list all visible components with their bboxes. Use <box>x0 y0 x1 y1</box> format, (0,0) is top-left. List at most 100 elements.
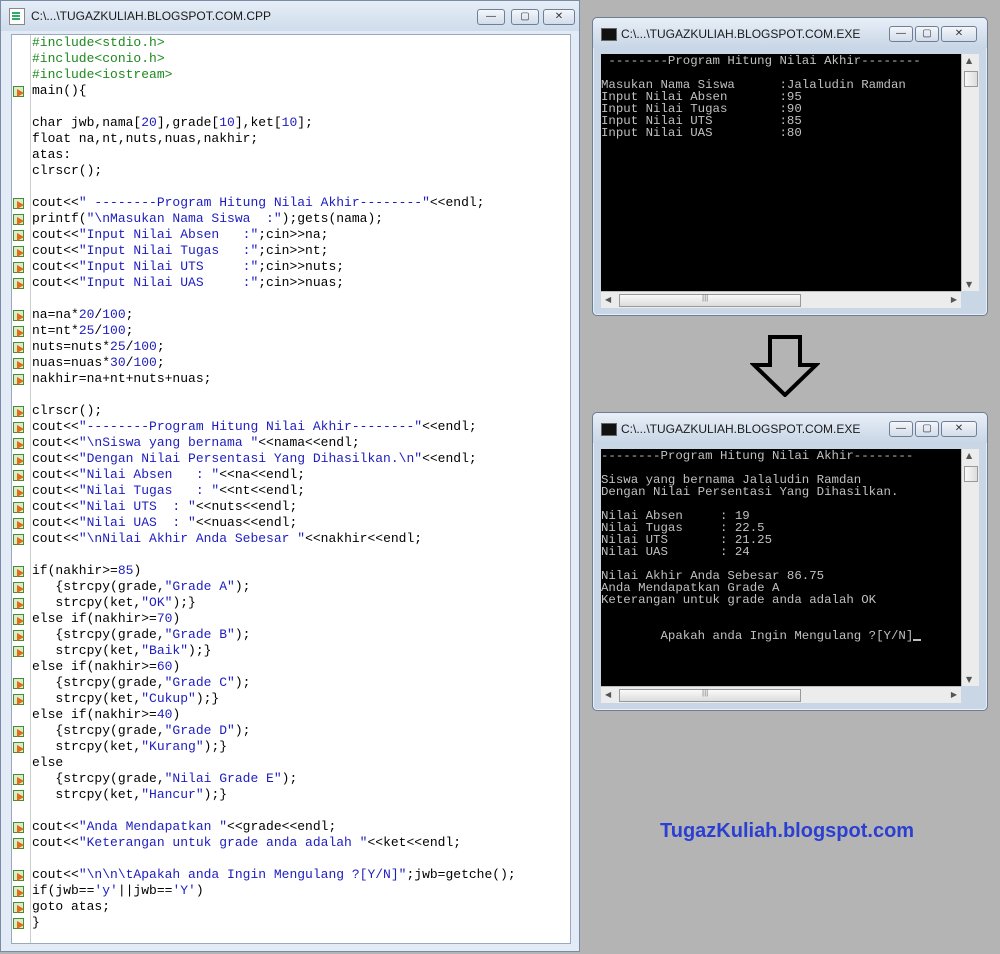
vertical-scrollbar[interactable]: ▲ ▼ <box>961 449 979 686</box>
code-token: cout<< <box>32 835 79 850</box>
code-line[interactable] <box>32 803 516 819</box>
code-token: cout<< <box>32 259 79 274</box>
minimize-button[interactable]: — <box>889 26 913 42</box>
scroll-right-icon[interactable]: ▶ <box>951 295 957 304</box>
scroll-thumb[interactable]: ||| <box>619 293 801 307</box>
code-line[interactable]: } <box>13 915 516 931</box>
maximize-button[interactable]: ▢ <box>511 9 539 25</box>
code-line[interactable]: else <box>32 755 516 771</box>
maximize-button[interactable]: ▢ <box>915 26 939 42</box>
close-button[interactable]: ✕ <box>941 26 977 42</box>
code-line[interactable]: #include<conio.h> <box>32 51 516 67</box>
code-line[interactable]: else if(nakhir>=40) <box>32 707 516 723</box>
code-line[interactable]: cout<<"Nilai UAS : "<<nuas<<endl; <box>13 515 516 531</box>
code-token: ||jwb== <box>117 883 173 898</box>
code-line[interactable]: nt=nt*25/100; <box>13 323 516 339</box>
code-area[interactable]: #include<stdio.h> #include<conio.h> #inclu… <box>11 34 571 944</box>
code-line[interactable] <box>32 387 516 403</box>
code-line[interactable]: cout<<"Nilai Tugas : "<<nt<<endl; <box>13 483 516 499</box>
source-code[interactable]: #include<stdio.h> #include<conio.h> #inclu… <box>13 35 516 931</box>
code-line[interactable]: cout<<"Keterangan untuk grade anda adala… <box>13 835 516 851</box>
code-line[interactable]: char jwb,nama[20],grade[10],ket[10]; <box>32 115 516 131</box>
minimize-button[interactable]: — <box>477 9 505 25</box>
code-line[interactable]: main(){ <box>13 83 516 99</box>
code-line[interactable]: cout<<" --------Program Hitung Nilai Akh… <box>13 195 516 211</box>
vertical-scrollbar[interactable]: ▲ ▼ <box>961 54 979 291</box>
code-line[interactable]: cout<<"Input Nilai Tugas :";cin>>nt; <box>13 243 516 259</box>
code-line[interactable]: cout<<"--------Program Hitung Nilai Akhi… <box>13 419 516 435</box>
code-token: {strcpy(grade, <box>32 675 165 690</box>
code-token: cout<< <box>32 531 79 546</box>
code-line[interactable]: {strcpy(grade,"Grade C"); <box>13 675 516 691</box>
code-line[interactable] <box>32 291 516 307</box>
code-line[interactable] <box>32 851 516 867</box>
code-line[interactable]: strcpy(ket,"Cukup");} <box>13 691 516 707</box>
code-line[interactable]: {strcpy(grade,"Grade B"); <box>13 627 516 643</box>
code-line[interactable]: strcpy(ket,"Hancur");} <box>13 787 516 803</box>
code-line[interactable] <box>32 99 516 115</box>
code-line[interactable]: else if(nakhir>=60) <box>32 659 516 675</box>
code-line[interactable]: #include<iostream> <box>32 67 516 83</box>
code-line[interactable]: goto atas; <box>13 899 516 915</box>
code-line[interactable]: clrscr(); <box>13 403 516 419</box>
code-line[interactable]: nuas=nuas*30/100; <box>13 355 516 371</box>
code-line[interactable]: strcpy(ket,"Baik");} <box>13 643 516 659</box>
code-line[interactable] <box>32 547 516 563</box>
scroll-thumb[interactable] <box>964 71 978 87</box>
code-line[interactable]: nuts=nuts*25/100; <box>13 339 516 355</box>
code-line[interactable]: cout<<"Nilai UTS : "<<nuts<<endl; <box>13 499 516 515</box>
scroll-left-icon[interactable]: ◀ <box>605 295 611 304</box>
code-line[interactable]: na=na*20/100; <box>13 307 516 323</box>
scroll-thumb[interactable]: ||| <box>619 688 801 702</box>
code-line[interactable]: atas: <box>32 147 516 163</box>
code-line[interactable]: cout<<"Anda Mendapatkan "<<grade<<endl; <box>13 819 516 835</box>
close-button[interactable]: ✕ <box>543 9 575 25</box>
maximize-button[interactable]: ▢ <box>915 421 939 437</box>
code-line[interactable]: if(nakhir>=85) <box>13 563 516 579</box>
scroll-up-icon[interactable]: ▲ <box>966 451 972 460</box>
close-button[interactable]: ✕ <box>941 421 977 437</box>
scroll-down-icon[interactable]: ▼ <box>966 280 972 289</box>
console-input-output: --------Program Hitung Nilai Akhir------… <box>601 54 961 291</box>
code-line[interactable] <box>32 179 516 195</box>
code-line[interactable]: #include<stdio.h> <box>32 35 516 51</box>
code-token: ],ket[ <box>234 115 282 130</box>
code-line[interactable]: strcpy(ket,"Kurang");} <box>13 739 516 755</box>
code-token: 100 <box>102 323 126 338</box>
editor-titlebar[interactable]: C:\...\TUGAZKULIAH.BLOGSPOT.COM.CPP — ▢ … <box>1 1 579 31</box>
code-token: if(nakhir>= <box>32 563 118 578</box>
horizontal-scrollbar[interactable]: ◀ ||| ▶ <box>601 686 961 703</box>
code-line[interactable]: cout<<"\nSiswa yang bernama "<<nama<<end… <box>13 435 516 451</box>
code-token: ; <box>125 323 134 338</box>
code-line[interactable]: cout<<"Dengan Nilai Persentasi Yang Diha… <box>13 451 516 467</box>
scroll-right-icon[interactable]: ▶ <box>951 690 957 699</box>
code-line[interactable]: clrscr(); <box>32 163 516 179</box>
code-line[interactable]: cout<<"Nilai Absen : "<<na<<endl; <box>13 467 516 483</box>
step-marker-icon <box>12 84 26 97</box>
code-token: " --------Program Hitung Nilai Akhir----… <box>78 195 430 210</box>
code-line[interactable]: cout<<"Input Nilai UTS :";cin>>nuts; <box>13 259 516 275</box>
code-line[interactable]: float na,nt,nuts,nuas,nakhir; <box>32 131 516 147</box>
scroll-left-icon[interactable]: ◀ <box>605 690 611 699</box>
code-line[interactable]: else if(nakhir>=70) <box>13 611 516 627</box>
code-line[interactable]: cout<<"\nNilai Akhir Anda Sebesar "<<nak… <box>13 531 516 547</box>
step-marker-icon <box>12 340 26 353</box>
scroll-down-icon[interactable]: ▼ <box>966 675 972 684</box>
console-input-titlebar[interactable]: C:\...\TUGAZKULIAH.BLOGSPOT.COM.EXE — ▢ … <box>593 18 987 48</box>
code-line[interactable]: printf("\nMasukan Nama Siswa :");gets(na… <box>13 211 516 227</box>
code-line[interactable]: strcpy(ket,"OK");} <box>13 595 516 611</box>
code-line[interactable]: {strcpy(grade,"Grade A"); <box>13 579 516 595</box>
code-line[interactable]: nakhir=na+nt+nuts+nuas; <box>13 371 516 387</box>
console-output-titlebar[interactable]: C:\...\TUGAZKULIAH.BLOGSPOT.COM.EXE — ▢ … <box>593 413 987 443</box>
code-line[interactable]: cout<<"\n\n\tApakah anda Ingin Mengulang… <box>13 867 516 883</box>
scroll-thumb[interactable] <box>964 466 978 482</box>
step-marker-icon <box>12 484 26 497</box>
code-line[interactable]: if(jwb=='y'||jwb=='Y') <box>13 883 516 899</box>
horizontal-scrollbar[interactable]: ◀ ||| ▶ <box>601 291 961 308</box>
code-line[interactable]: cout<<"Input Nilai UAS :";cin>>nuas; <box>13 275 516 291</box>
minimize-button[interactable]: — <box>889 421 913 437</box>
scroll-up-icon[interactable]: ▲ <box>966 56 972 65</box>
code-line[interactable]: {strcpy(grade,"Grade D"); <box>13 723 516 739</box>
code-line[interactable]: cout<<"Input Nilai Absen :";cin>>na; <box>13 227 516 243</box>
code-line[interactable]: {strcpy(grade,"Nilai Grade E"); <box>13 771 516 787</box>
